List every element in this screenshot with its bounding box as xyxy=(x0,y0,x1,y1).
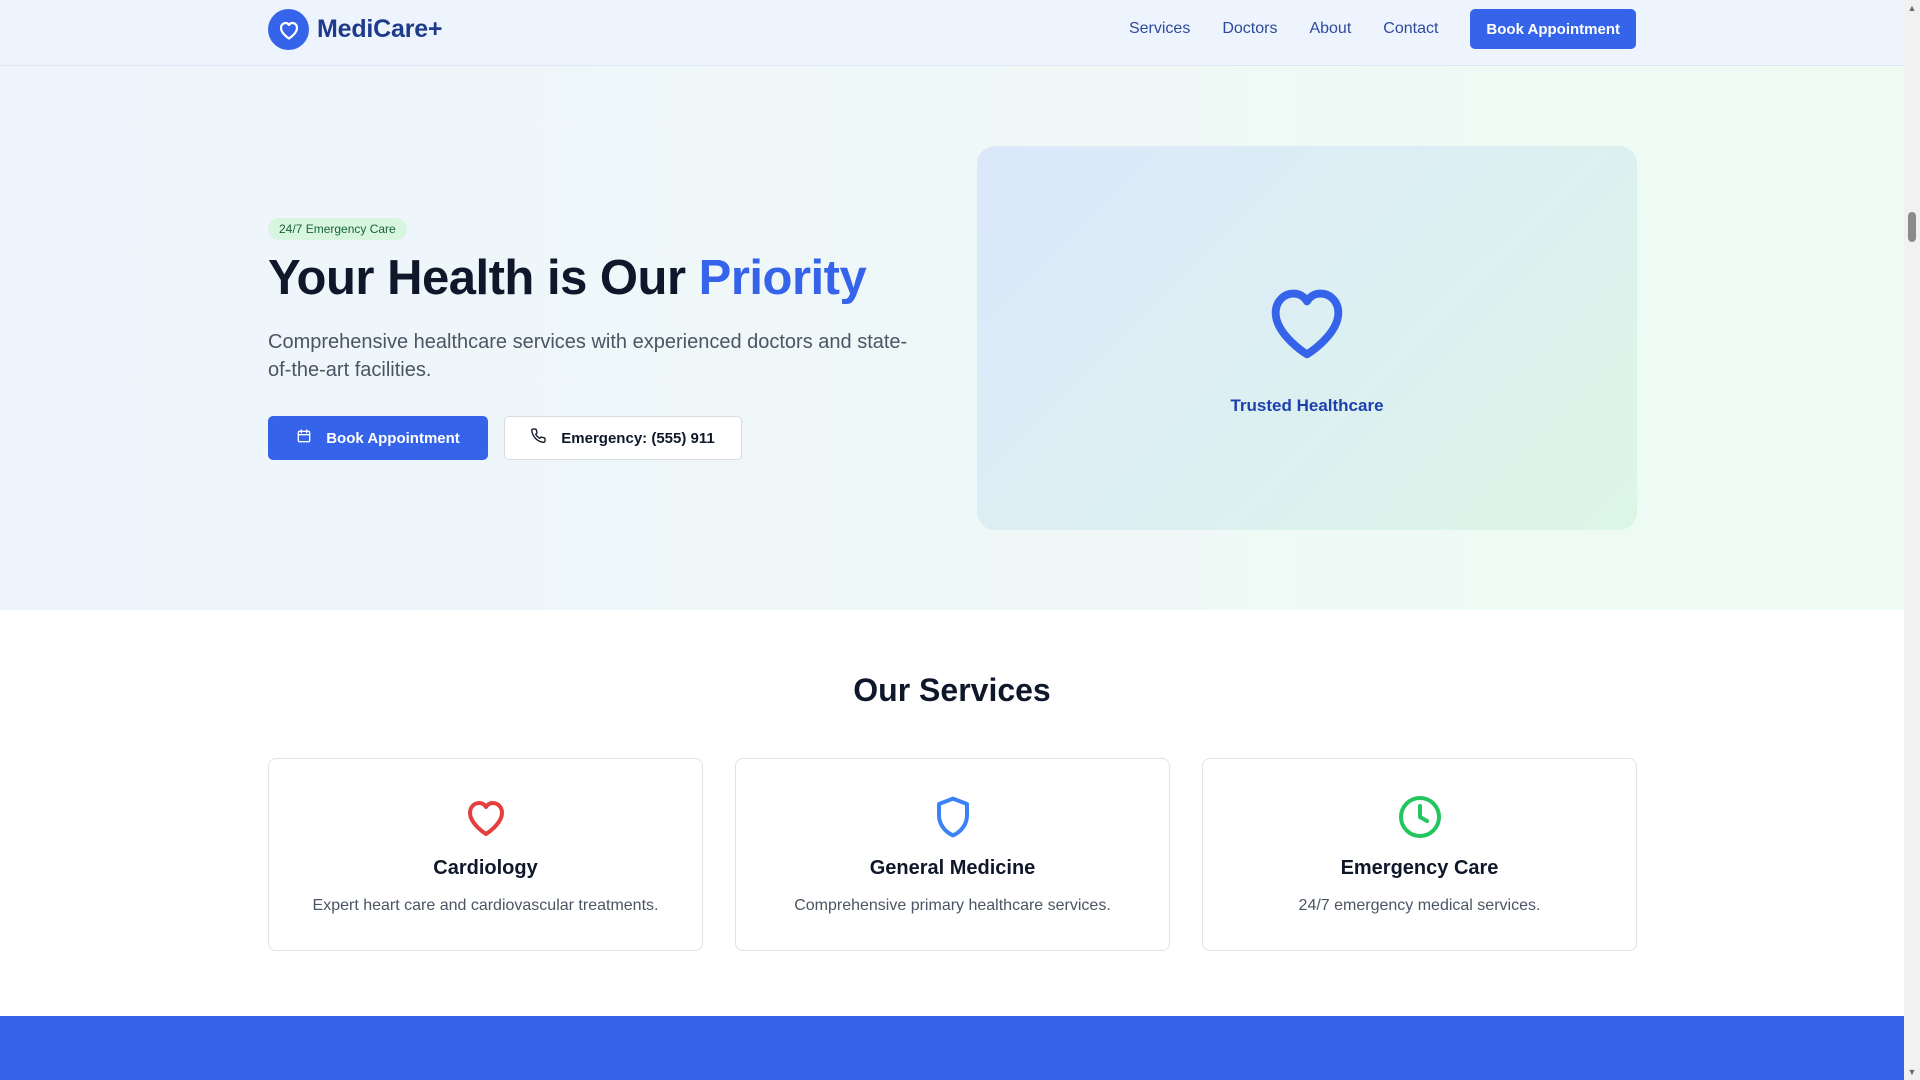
scroll-up-arrow-icon[interactable]: ▲ xyxy=(1904,0,1920,16)
next-section-band xyxy=(0,1016,1904,1080)
clock-icon xyxy=(1203,793,1636,841)
hero-section: 24/7 Emergency Care Your Health is Our P… xyxy=(0,66,1904,610)
hero-book-appointment-label: Book Appointment xyxy=(326,429,460,447)
service-description: Expert heart care and cardiovascular tre… xyxy=(312,897,659,914)
hero-illustration-card: Trusted Healthcare xyxy=(977,146,1637,530)
trusted-healthcare-label: Trusted Healthcare xyxy=(1230,396,1384,415)
page: MediCare+ Services Doctors About Contact… xyxy=(0,0,1904,1080)
nav-link-about[interactable]: About xyxy=(1309,20,1351,38)
site-header: MediCare+ Services Doctors About Contact… xyxy=(0,0,1904,66)
services-section: Our Services Cardiology Expert heart car… xyxy=(0,610,1904,1016)
service-name: General Medicine xyxy=(869,857,1036,879)
service-description: 24/7 emergency medical services. xyxy=(1298,897,1541,914)
service-card-cardiology[interactable]: Cardiology Expert heart care and cardiov… xyxy=(268,758,703,951)
service-description: Comprehensive primary healthcare service… xyxy=(794,897,1111,914)
heart-icon xyxy=(269,793,702,841)
scrollbar-thumb[interactable] xyxy=(1908,212,1916,242)
nav-link-contact[interactable]: Contact xyxy=(1383,20,1438,38)
nav-link-services[interactable]: Services xyxy=(1129,20,1190,38)
hero-title-accent: Priority xyxy=(698,251,867,305)
phone-icon xyxy=(531,428,547,448)
calendar-icon xyxy=(296,428,312,448)
large-heart-icon xyxy=(1260,274,1354,373)
hero-subtitle: Comprehensive healthcare services with e… xyxy=(268,331,908,381)
brand-logo[interactable]: MediCare+ xyxy=(268,9,443,50)
service-card-emergency-care[interactable]: Emergency Care 24/7 emergency medical se… xyxy=(1202,758,1637,951)
service-name: Cardiology xyxy=(433,857,538,879)
hero-book-appointment-button[interactable]: Book Appointment xyxy=(268,416,488,460)
header-book-appointment-button[interactable]: Book Appointment xyxy=(1470,9,1636,49)
main-nav: Services Doctors About Contact Book Appo… xyxy=(1097,9,1636,49)
services-title: Our Services xyxy=(853,672,1051,708)
page-scrollbar[interactable]: ▲ ▼ xyxy=(1904,0,1920,1080)
brand-name: MediCare+ xyxy=(317,15,443,43)
emergency-call-button[interactable]: Emergency: (555) 911 xyxy=(504,416,742,460)
hero-title-main: Your Health is Our xyxy=(268,251,699,305)
logo-heart-icon xyxy=(268,9,309,50)
nav-link-doctors[interactable]: Doctors xyxy=(1222,20,1277,38)
shield-icon xyxy=(736,793,1169,841)
service-name: Emergency Care xyxy=(1340,857,1499,879)
emergency-badge: 24/7 Emergency Care xyxy=(268,218,407,240)
service-card-general-medicine[interactable]: General Medicine Comprehensive primary h… xyxy=(735,758,1170,951)
scroll-down-arrow-icon[interactable]: ▼ xyxy=(1904,1064,1920,1080)
emergency-call-label: Emergency: (555) 911 xyxy=(561,429,715,447)
hero-title: Your Health is Our Priority xyxy=(268,250,867,306)
